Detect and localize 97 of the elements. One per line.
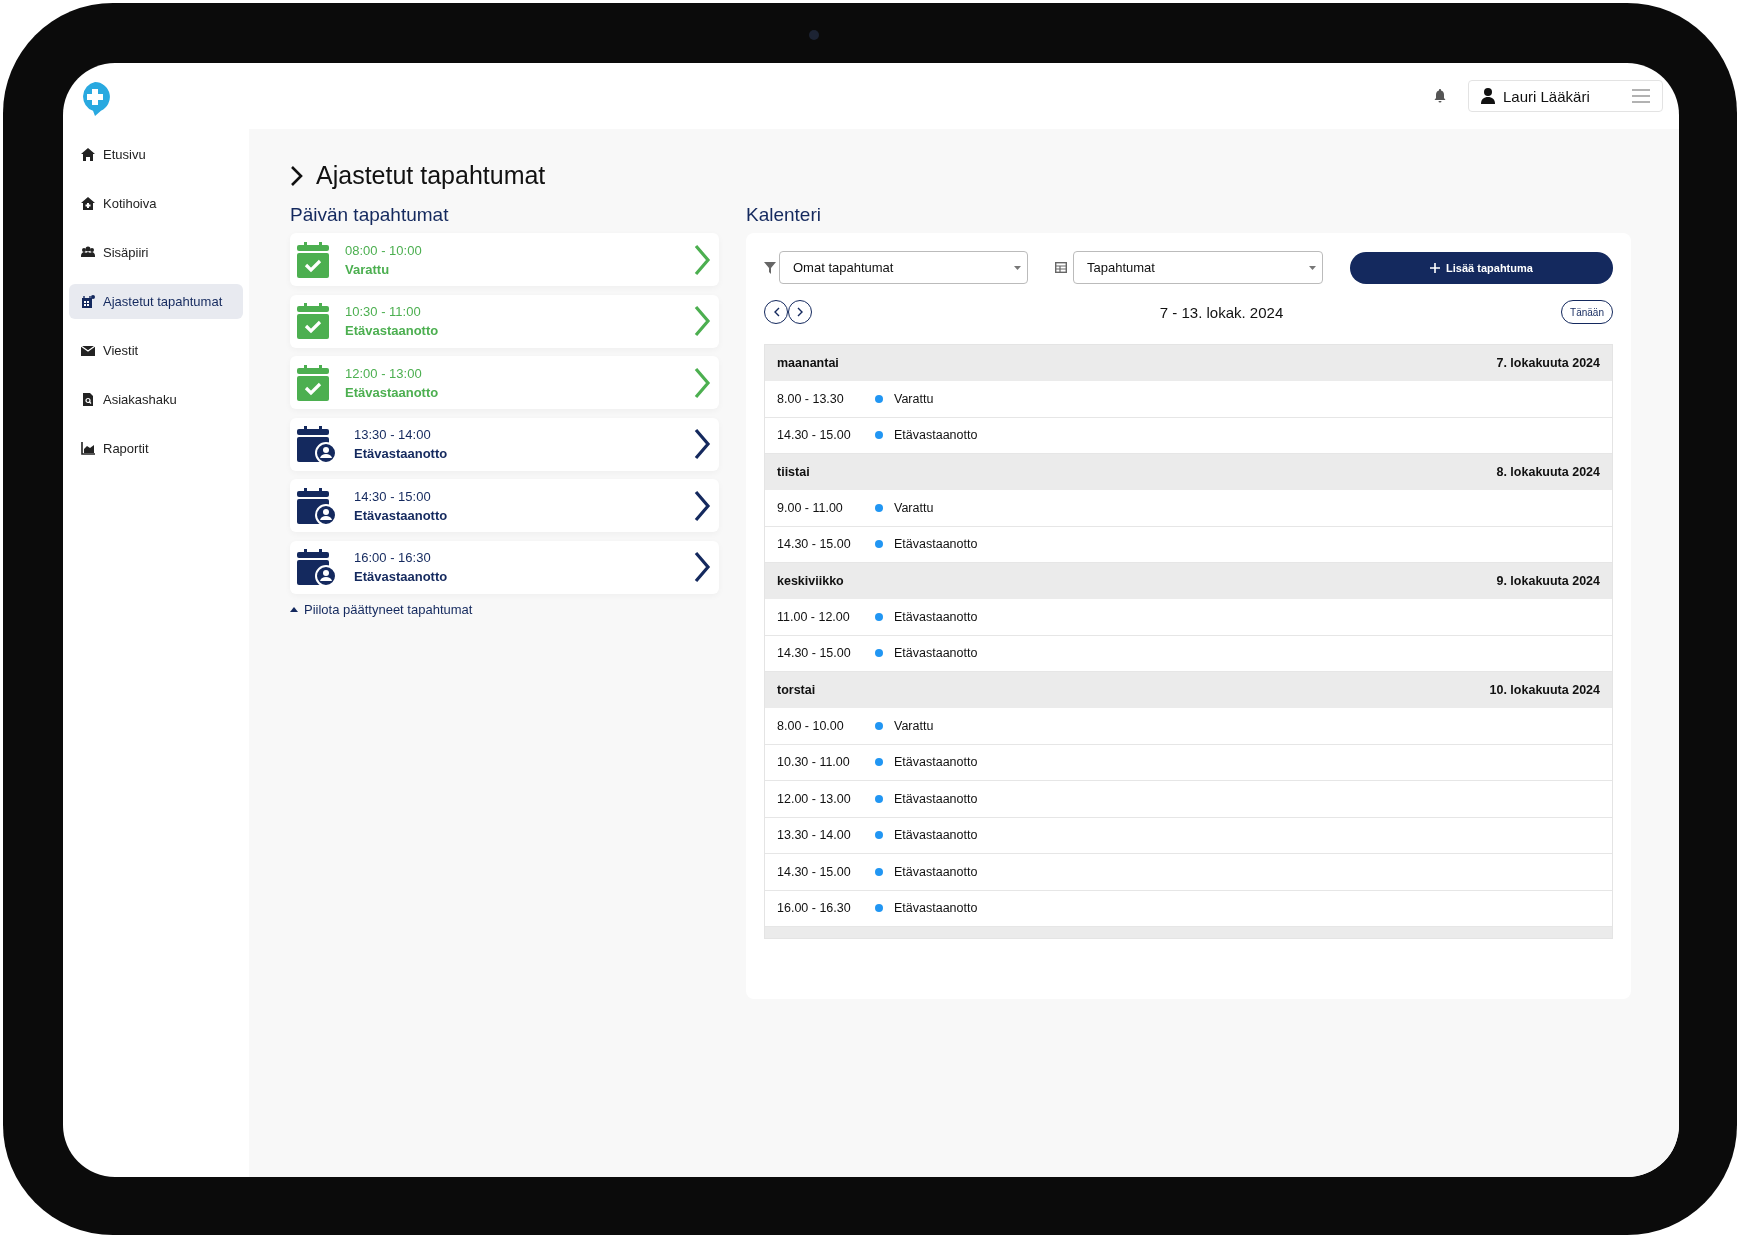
event-type: Varattu xyxy=(345,261,391,277)
chevron-right-icon xyxy=(693,489,711,522)
sidebar-item[interactable]: Etusivu xyxy=(69,137,243,172)
event-card[interactable]: 13:30 - 14:00 Etävastaanotto xyxy=(290,417,719,471)
chevron-right-icon xyxy=(796,307,804,317)
event-type: Etävastaanotto xyxy=(345,323,440,338)
plus-icon xyxy=(1430,262,1441,273)
event-time: 11.00 - 12.00 xyxy=(777,609,851,624)
chevron-right-icon xyxy=(693,305,711,337)
event-time: 8.00 - 10.00 xyxy=(777,718,845,733)
event-time: 13.30 - 14.00 xyxy=(777,828,852,843)
user-icon xyxy=(1481,88,1495,104)
calendar-check-icon xyxy=(297,241,329,278)
view-dropdown[interactable]: Tapahtumat xyxy=(1073,251,1323,284)
filter-icon xyxy=(764,261,776,274)
event-time: 14.30 - 15.00 xyxy=(777,864,852,879)
weekday: maanantai xyxy=(777,356,839,370)
chevron-right-icon xyxy=(693,243,711,276)
weekday: tiistai xyxy=(777,465,810,479)
chevron-right-icon xyxy=(290,164,304,187)
page-title: Ajastetut tapahtumat xyxy=(316,161,546,190)
event-label[interactable]: Etävastaanotto xyxy=(894,428,978,443)
event-label[interactable]: Etävastaanotto xyxy=(894,755,978,770)
day-date: 8. lokakuuta 2024 xyxy=(1496,465,1600,479)
calendar-check-icon xyxy=(297,303,329,339)
next-week-button[interactable] xyxy=(788,300,812,324)
camera-icon xyxy=(809,30,819,40)
caret-down-icon xyxy=(1309,265,1316,270)
event-time: 14.30 - 15.00 xyxy=(777,428,852,443)
chevron-right-icon xyxy=(693,551,711,583)
day-date: 9. lokakuuta 2024 xyxy=(1496,574,1600,588)
chevron-left-icon xyxy=(772,307,780,317)
envelope-icon xyxy=(81,344,95,357)
event-type: Etävastaanotto xyxy=(354,446,449,461)
day-date: 7. lokakuuta 2024 xyxy=(1496,356,1600,370)
event-label[interactable]: Etävastaanotto xyxy=(894,791,978,806)
today-button[interactable]: Tänään xyxy=(1561,300,1613,324)
section-heading: Päivän tapahtumat xyxy=(290,204,450,226)
event-time: 12:00 - 13:00 xyxy=(345,365,423,381)
sidebar-item[interactable]: Viestit xyxy=(69,333,243,368)
caret-down-icon xyxy=(1014,265,1021,270)
event-type: Etävastaanotto xyxy=(354,569,449,584)
event-label[interactable]: Etävastaanotto xyxy=(894,901,978,916)
previous-week-button[interactable] xyxy=(764,300,788,324)
day-date: 10. lokakuuta 2024 xyxy=(1489,683,1600,697)
event-time: 9.00 - 11.00 xyxy=(777,500,844,515)
event-time: 14:30 - 15:00 xyxy=(354,488,432,504)
event-time: 12.00 - 13.00 xyxy=(777,791,852,806)
calendar-person-icon xyxy=(297,426,337,462)
calendar-check-icon xyxy=(297,364,329,401)
notification-bell-icon[interactable] xyxy=(1434,89,1446,103)
sidebar-item[interactable]: Raportit xyxy=(69,431,243,466)
event-type: Etävastaanotto xyxy=(354,507,449,523)
event-time: 14.30 - 15.00 xyxy=(777,646,852,661)
event-time: 10.30 - 11.00 xyxy=(777,755,851,770)
chevron-right-icon xyxy=(693,366,711,399)
calendar-icon xyxy=(81,295,95,308)
event-time: 08:00 - 10:00 xyxy=(345,242,423,258)
event-label[interactable]: Etävastaanotto xyxy=(894,537,978,552)
calendar-person-icon xyxy=(297,487,337,524)
sidebar-item[interactable]: Kotihoiva xyxy=(69,186,243,221)
add-event-button[interactable]: Lisää tapahtuma xyxy=(1350,251,1613,284)
event-label[interactable]: Varattu xyxy=(894,500,934,515)
home-icon xyxy=(81,148,95,161)
event-type: Etävastaanotto xyxy=(345,384,440,400)
event-card[interactable]: 14:30 - 15:00 Etävastaanotto xyxy=(290,479,719,532)
event-card[interactable]: 16:00 - 16:30 Etävastaanotto xyxy=(290,540,719,594)
event-time: 10:30 - 11:00 xyxy=(345,304,422,319)
sidebar-item[interactable]: Ajastetut tapahtumat xyxy=(69,284,243,319)
table-icon xyxy=(1055,262,1067,273)
chevron-right-icon xyxy=(693,428,711,460)
event-label[interactable]: Varattu xyxy=(894,391,934,406)
user-name: Lauri Lääkäri xyxy=(1503,87,1591,105)
event-label[interactable]: Etävastaanotto xyxy=(894,828,978,843)
document-search-icon xyxy=(81,393,95,406)
event-time: 16.00 - 16.30 xyxy=(777,901,852,916)
event-time: 8.00 - 13.30 xyxy=(777,391,845,406)
event-time: 13:30 - 14:00 xyxy=(354,427,432,442)
filter-dropdown[interactable]: Omat tapahtumat xyxy=(779,251,1028,284)
event-label[interactable]: Varattu xyxy=(894,718,934,733)
weekday: keskiviikko xyxy=(777,574,844,588)
user-menu[interactable]: Lauri Lääkäri xyxy=(1468,80,1663,112)
date-range: 7 - 13. lokak. 2024 xyxy=(1159,303,1284,321)
section-heading: Kalenteri xyxy=(746,204,822,226)
event-label[interactable]: Etävastaanotto xyxy=(894,609,978,624)
sidebar-item[interactable]: Asiakashaku xyxy=(69,382,243,417)
house-plus-icon xyxy=(81,197,95,210)
caret-up-icon xyxy=(290,607,298,612)
weekday: torstai xyxy=(777,683,816,697)
event-time: 14.30 - 15.00 xyxy=(777,537,852,552)
event-label[interactable]: Etävastaanotto xyxy=(894,864,978,879)
sidebar-item[interactable]: Sisäpiiri xyxy=(69,235,243,270)
hide-finished-link[interactable]: Piilota päättyneet tapahtumat xyxy=(290,602,473,617)
event-time: 16:00 - 16:30 xyxy=(354,550,432,565)
chart-icon xyxy=(81,442,95,455)
event-label[interactable]: Etävastaanotto xyxy=(894,646,978,661)
calendar-person-icon xyxy=(297,549,337,585)
